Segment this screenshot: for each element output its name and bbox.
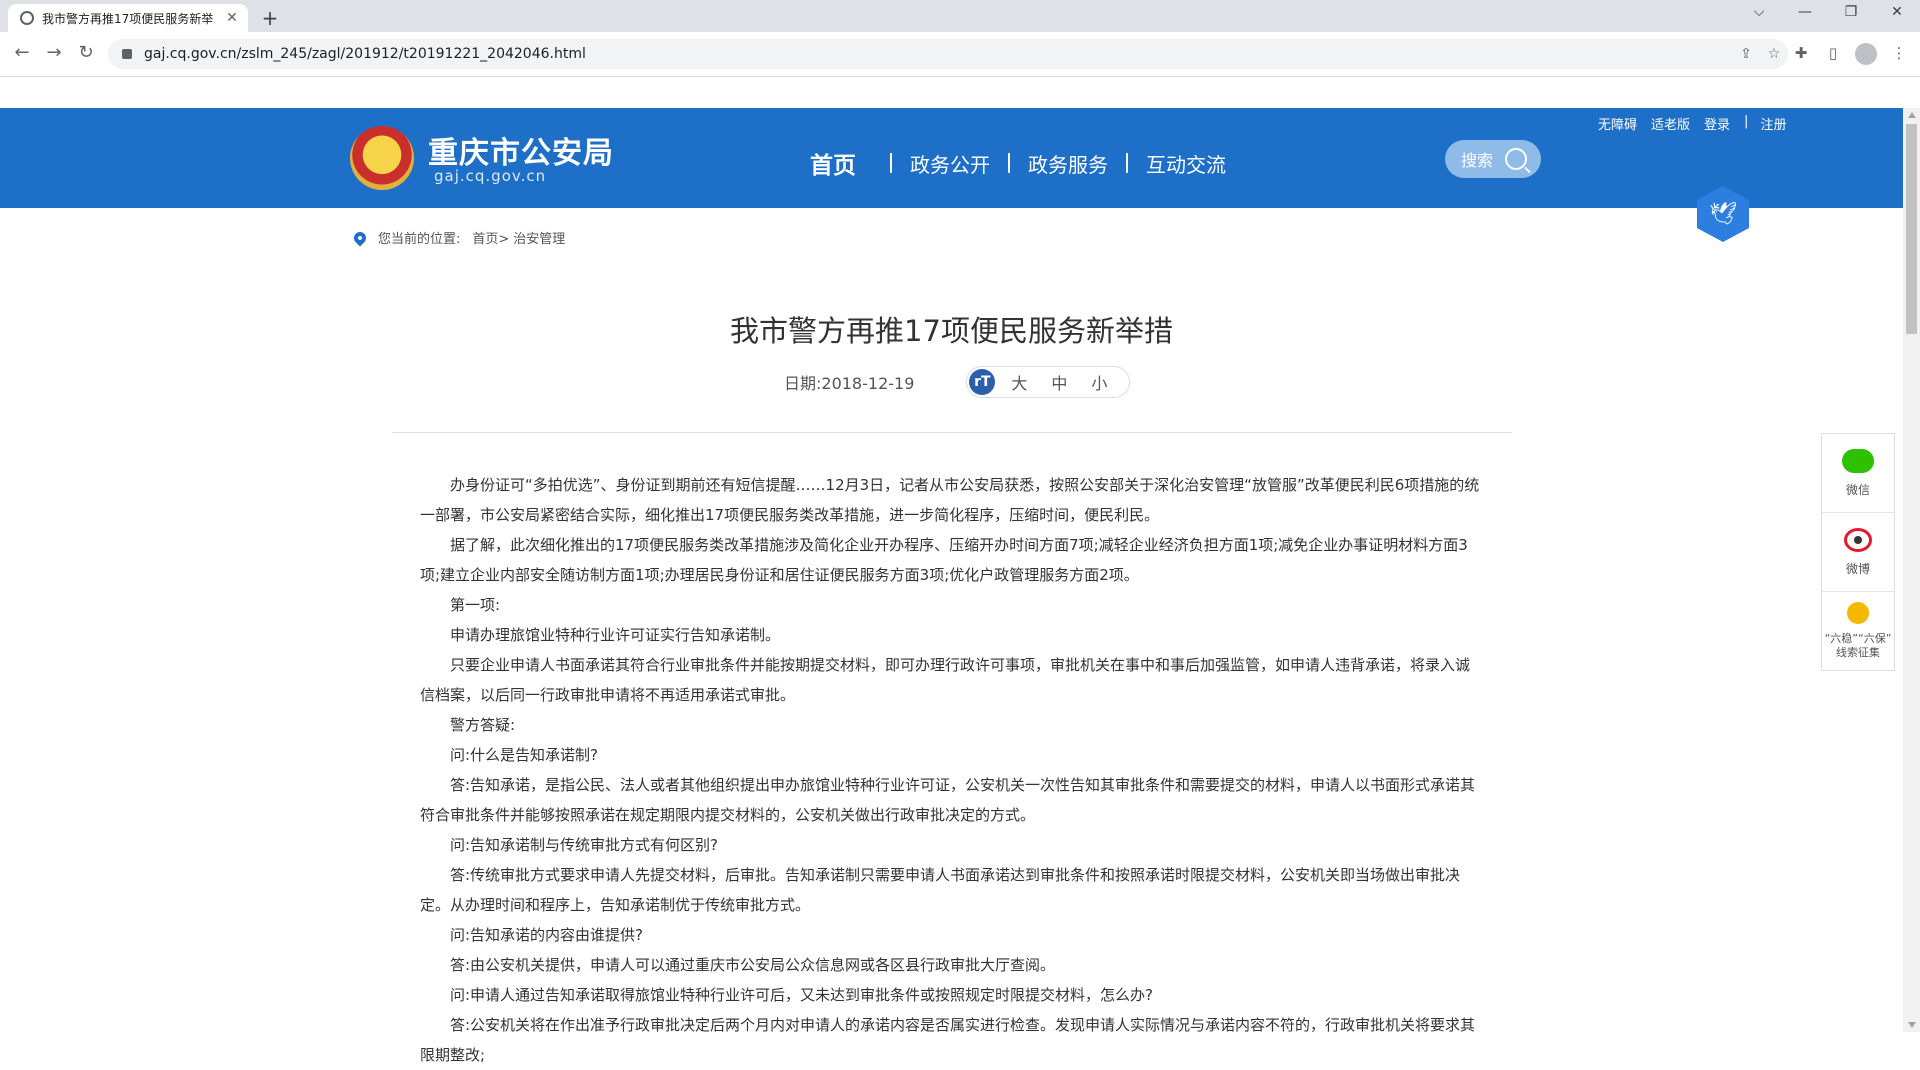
font-size-switcher: rT 大 中 小 [966, 366, 1131, 398]
article-paragraph: 警方答疑: [450, 716, 516, 734]
address-bar[interactable]: gaj.cq.gov.cn/zslm_245/zagl/201912/t2019… [108, 39, 1788, 69]
tab-title: 我市警方再推17项便民服务新举 [42, 11, 214, 26]
elderly-mode-link[interactable]: 适老版 [1651, 114, 1690, 133]
police-emblem-icon [350, 126, 414, 190]
close-tab-icon[interactable]: ✕ [222, 10, 242, 26]
article-paragraph: 问:申请人通过告知承诺取得旅馆业特种行业许可后，又未达到审批条件或按照规定时限提… [450, 986, 1154, 1004]
scroll-down-arrow-icon[interactable] [1908, 1022, 1916, 1028]
font-size-icon: rT [969, 369, 996, 395]
clue-collection-button[interactable]: “六稳”“六保” 线索征集 [1822, 592, 1894, 670]
reload-icon[interactable]: ↻ [74, 42, 98, 63]
share-weibo-label: 微博 [1845, 561, 1870, 576]
share-rail: 微信 微博 “六稳”“六保” 线索征集 [1821, 433, 1895, 671]
clue-coin-icon [1847, 602, 1869, 624]
register-link[interactable]: 注册 [1760, 114, 1786, 133]
article-paragraph: 第一项: [450, 596, 501, 614]
back-arrow-icon[interactable]: ← [10, 42, 34, 63]
article-title: 我市警方再推17项便民服务新举措 [730, 314, 1173, 348]
search-button[interactable]: 搜索 [1445, 140, 1541, 178]
search-label: 搜索 [1461, 151, 1494, 170]
article-paragraph: 问:告知承诺制与传统审批方式有何区别? [450, 836, 719, 854]
breadcrumb-label: 您当前的位置: [378, 232, 461, 247]
nav-gov-services[interactable]: 政务服务 [1010, 149, 1126, 178]
site-header: 重庆市公安局 gaj.cq.gov.cn 首页 政务公开 政务服务 互动交流 搜… [0, 108, 1903, 208]
article-paragraph: 答:传统审批方式要求申请人先提交材料，后审批。告知承诺制只需要申请人书面承诺达到… [420, 866, 1461, 914]
site-name[interactable]: 重庆市公安局 [428, 128, 614, 172]
article-paragraph: 问:告知承诺的内容由谁提供? [450, 926, 644, 944]
maximize-button[interactable]: ❐ [1836, 4, 1866, 20]
article-paragraph: 申请办理旅馆业特种行业许可证实行告知承诺制。 [450, 626, 781, 644]
accessibility-link[interactable]: 无障碍 [1598, 114, 1637, 133]
new-tab-button[interactable]: + [258, 6, 282, 30]
link-separator: | [1744, 114, 1749, 129]
article-paragraph: 办身份证可“多拍优选”、身份证到期前还有短信提醒……12月3日，记者从市公安局获… [420, 476, 1480, 524]
more-menu-icon[interactable]: ⋮ [1888, 44, 1910, 62]
font-size-large[interactable]: 大 [1011, 370, 1027, 394]
font-size-small[interactable]: 小 [1091, 370, 1107, 394]
weibo-icon [1844, 527, 1872, 552]
article-paragraph: 问:什么是告知承诺制? [450, 746, 599, 764]
search-icon [1505, 148, 1528, 170]
lock-icon [122, 49, 132, 59]
share-icon[interactable]: ⇪ [1732, 46, 1760, 62]
share-wechat-button[interactable]: 微信 [1822, 434, 1894, 513]
tab-search-icon[interactable]: ⌵ [1744, 4, 1774, 20]
article-body: 办身份证可“多拍优选”、身份证到期前还有短信提醒……12月3日，记者从市公安局获… [420, 470, 1480, 1070]
article-paragraph: 只要企业申请人书面承诺其符合行业审批条件并能按期提交材料，即可办理行政许可事项，… [420, 656, 1471, 704]
extensions-puzzle-icon[interactable]: ✚ [1790, 44, 1812, 62]
profile-avatar[interactable] [1855, 43, 1877, 65]
share-wechat-label: 微信 [1845, 482, 1870, 497]
article-paragraph: 答:公安机关将在作出准予行政审批决定后两个月内对申请人的承诺内容是否属实进行检查… [420, 1016, 1476, 1064]
clue-label-line2: 线索征集 [1836, 646, 1880, 659]
breadcrumb-home[interactable]: 首页> [472, 228, 509, 247]
article-paragraph: 答:由公安机关提供，申请人可以通过重庆市公安局公众信息网或各区县行政审批大厅查阅… [450, 956, 1056, 974]
wechat-icon [1842, 448, 1874, 473]
article-paragraph: 据了解，此次细化推出的17项便民服务类改革措施涉及简化企业开办程序、压缩开办时间… [420, 536, 1468, 584]
article-date: 日期:2018-12-19 [784, 374, 915, 393]
breadcrumb: 您当前的位置: 首页> 治安管理 [351, 228, 565, 247]
side-panel-icon[interactable]: ▯ [1822, 44, 1844, 62]
article-meta: 日期:2018-12-19 rT 大 中 小 [784, 366, 1131, 398]
nav-gov-affairs-open[interactable]: 政务公开 [892, 149, 1008, 178]
top-links: 无障碍 适老版 登录 | 注册 [1598, 114, 1800, 133]
location-pin-icon [351, 229, 369, 246]
font-size-medium[interactable]: 中 [1051, 370, 1067, 394]
site-favicon-icon [20, 11, 34, 25]
scroll-up-arrow-icon[interactable] [1908, 112, 1916, 118]
page-scrollbar[interactable] [1903, 108, 1920, 1032]
title-divider [392, 432, 1512, 433]
nav-interaction[interactable]: 互动交流 [1128, 149, 1244, 178]
close-window-button[interactable]: ✕ [1882, 4, 1912, 20]
minimize-button[interactable]: — [1790, 4, 1820, 20]
site-domain: gaj.cq.gov.cn [434, 167, 547, 185]
article-paragraph: 答:告知承诺，是指公民、法人或者其他组织提出申办旅馆业特种行业许可证，公安机关一… [420, 776, 1476, 824]
browser-tab[interactable]: 我市警方再推17项便民服务新举 ✕ [8, 4, 248, 32]
nav-home[interactable]: 首页 [810, 146, 890, 180]
login-link[interactable]: 登录 [1704, 114, 1730, 133]
scroll-thumb[interactable] [1906, 124, 1917, 334]
clue-label-line1: “六稳”“六保” [1824, 632, 1892, 645]
browser-tab-strip: 我市警方再推17项便民服务新举 ✕ + ⌵ — ❐ ✕ [0, 0, 1920, 32]
address-url[interactable]: gaj.cq.gov.cn/zslm_245/zagl/201912/t2019… [144, 46, 1732, 62]
main-nav: 首页 政务公开 政务服务 互动交流 [810, 146, 1244, 180]
browser-toolbar: ← → ↻ gaj.cq.gov.cn/zslm_245/zagl/201912… [0, 32, 1920, 77]
breadcrumb-current[interactable]: 治安管理 [513, 228, 565, 247]
bookmark-star-icon[interactable]: ☆ [1760, 46, 1788, 62]
share-weibo-button[interactable]: 微博 [1822, 513, 1894, 592]
forward-arrow-icon[interactable]: → [42, 42, 66, 63]
